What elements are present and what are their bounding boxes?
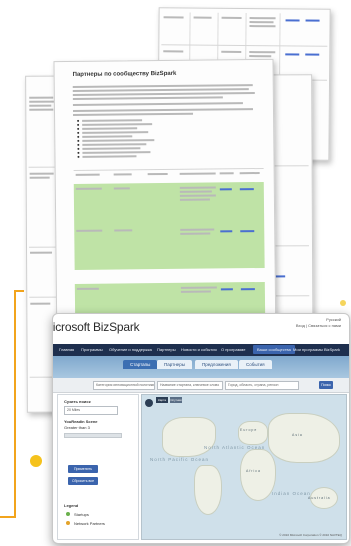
world-map[interactable]: North Pacific Ocean North Atlantic Ocean… [141, 394, 347, 540]
document-page-front: Партнеры по сообществу BizSpark [53, 58, 277, 354]
nav-item-partners[interactable]: Партнеры [157, 347, 176, 352]
nav-item-home[interactable]: Главная [59, 347, 74, 352]
location-input[interactable]: Город, область, страна, регион [225, 381, 299, 390]
top-right-links: Русский Вход | Связаться с нами [296, 317, 341, 329]
nav-item-my-programs[interactable]: Мои программы BizSpark [293, 347, 340, 352]
satellite-view-toggle[interactable]: Спутник [170, 397, 182, 403]
main-nav: Главная Программы Обучение и поддержка П… [53, 344, 349, 356]
user-links[interactable]: Вход | Связаться с нами [296, 323, 341, 329]
nav-item-news[interactable]: Новости и события [181, 347, 217, 352]
distance-select[interactable]: 20 Miles [64, 406, 118, 415]
map-attribution: © 2010 Microsoft Corporation © 2010 NAVT… [279, 533, 342, 537]
search-button[interactable]: Поиск [319, 381, 333, 389]
accent-line-horizontal [14, 290, 24, 292]
continent-label-africa: Africa [246, 469, 261, 473]
ocean-label-north-atlantic: North Atlantic Ocean [204, 445, 266, 450]
filter-bar: Категория инновационной политики Названи… [53, 378, 349, 393]
accent-dot-yellow [30, 455, 42, 467]
partner-marker-icon [66, 521, 70, 525]
land-africa [240, 449, 276, 501]
category-select[interactable]: Категория инновационной политики [93, 381, 155, 390]
sort-label: Сузить поиск [64, 399, 91, 404]
document-heading: Партнеры по сообществу BizSpark [72, 70, 177, 78]
ocean-label-north-pacific: North Pacific Ocean [150, 457, 210, 462]
map-view-toggle[interactable]: Карта [156, 397, 168, 403]
tab-startups[interactable]: Стартапы [123, 360, 158, 369]
filter-subheading: Greater than 3 [64, 425, 90, 430]
bizspark-logo[interactable]: Microsoft BizSpark [53, 320, 140, 334]
tab-events[interactable]: События [239, 360, 272, 369]
continent-label-asia: Asia [292, 433, 303, 437]
continent-label-europe: Europe [240, 428, 258, 432]
legend-title: Legend [64, 503, 79, 508]
reset-button[interactable]: Сбросить все [68, 477, 98, 485]
ocean-label-indian: Indian Ocean [272, 491, 311, 496]
filter-sidebar: Сузить поиск 20 Miles YouReadin Scene Gr… [57, 394, 139, 540]
tab-partners[interactable]: Партнеры [157, 360, 192, 369]
land-north-america [162, 417, 216, 457]
land-asia [268, 413, 340, 463]
accent-line-bottom [0, 516, 16, 518]
continent-label-australia: Australia [308, 496, 331, 500]
nav-item-training[interactable]: Обучение и поддержка [109, 347, 152, 352]
land-south-america [194, 465, 222, 515]
bizspark-app-window: Microsoft BizSpark Русский Вход | Связат… [52, 313, 350, 544]
filter-heading: YouReadin Scene [64, 419, 98, 424]
accent-dot-small [340, 300, 346, 306]
legend-startups: Startups [74, 512, 89, 517]
land-europe [238, 421, 268, 445]
apply-button[interactable]: Применить [68, 465, 98, 473]
startup-marker-icon [66, 512, 70, 516]
nav-item-programs[interactable]: Программы [81, 347, 103, 352]
nav-item-communities[interactable]: Ваши сообщества [253, 345, 295, 354]
legend-partners: Network Partners [74, 521, 105, 526]
accent-line-vertical [14, 290, 16, 518]
map-zoom-control[interactable] [145, 399, 153, 407]
nav-item-about[interactable]: О программе [221, 347, 245, 352]
tab-offers[interactable]: Предложения [195, 360, 238, 369]
keyword-input[interactable]: Название стартапа, ключевое слово [157, 381, 223, 390]
range-slider[interactable] [64, 433, 122, 438]
